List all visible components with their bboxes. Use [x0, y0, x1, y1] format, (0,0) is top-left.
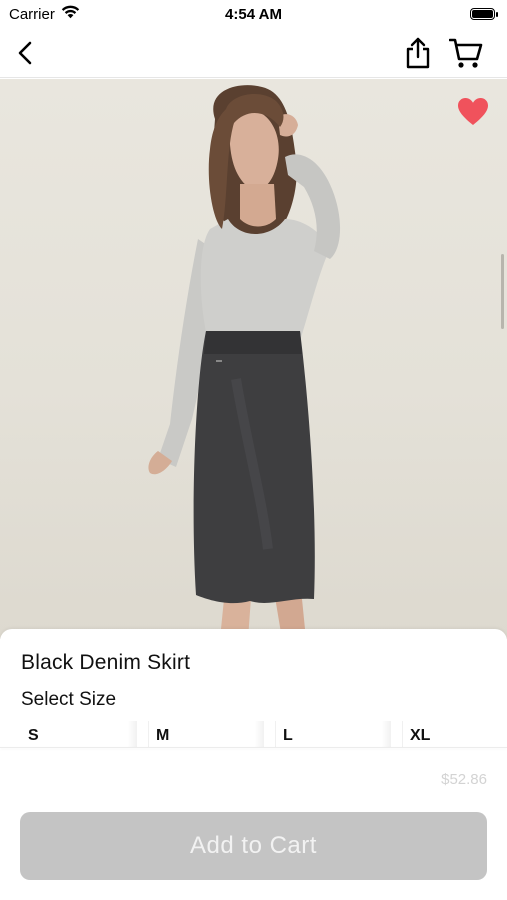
size-heading: Select Size	[21, 689, 117, 710]
status-left: Carrier	[0, 5, 80, 23]
battery-icon	[470, 8, 498, 20]
product-image[interactable]	[0, 79, 507, 639]
price-label: $52.86	[441, 771, 487, 788]
status-bar: Carrier 4:54 AM	[0, 0, 507, 28]
cart-button[interactable]	[449, 36, 483, 70]
back-button[interactable]	[12, 38, 38, 68]
cart-icon	[449, 38, 483, 68]
divider	[0, 747, 507, 748]
size-option-s[interactable]: S	[21, 721, 137, 747]
nav-bar	[0, 28, 507, 78]
size-option-l[interactable]: L	[275, 721, 391, 747]
favorite-button[interactable]	[457, 97, 489, 127]
scroll-indicator[interactable]	[501, 254, 504, 329]
wifi-icon	[61, 5, 80, 23]
add-to-cart-button[interactable]: Add to Cart	[20, 812, 487, 880]
model-photo	[148, 85, 341, 639]
nav-actions	[401, 36, 483, 70]
product-title: Black Denim Skirt	[21, 651, 191, 674]
back-chevron-icon	[18, 41, 32, 64]
product-sheet: Black Denim Skirt Select Size S M L XL $…	[0, 629, 507, 900]
size-selector: S M L XL	[21, 721, 507, 747]
status-right	[470, 8, 507, 20]
carrier-label: Carrier	[9, 5, 55, 23]
heart-icon	[458, 98, 488, 125]
share-button[interactable]	[401, 36, 435, 70]
size-option-xl[interactable]: XL	[402, 721, 507, 747]
share-icon	[406, 37, 430, 68]
size-option-m[interactable]: M	[148, 721, 264, 747]
